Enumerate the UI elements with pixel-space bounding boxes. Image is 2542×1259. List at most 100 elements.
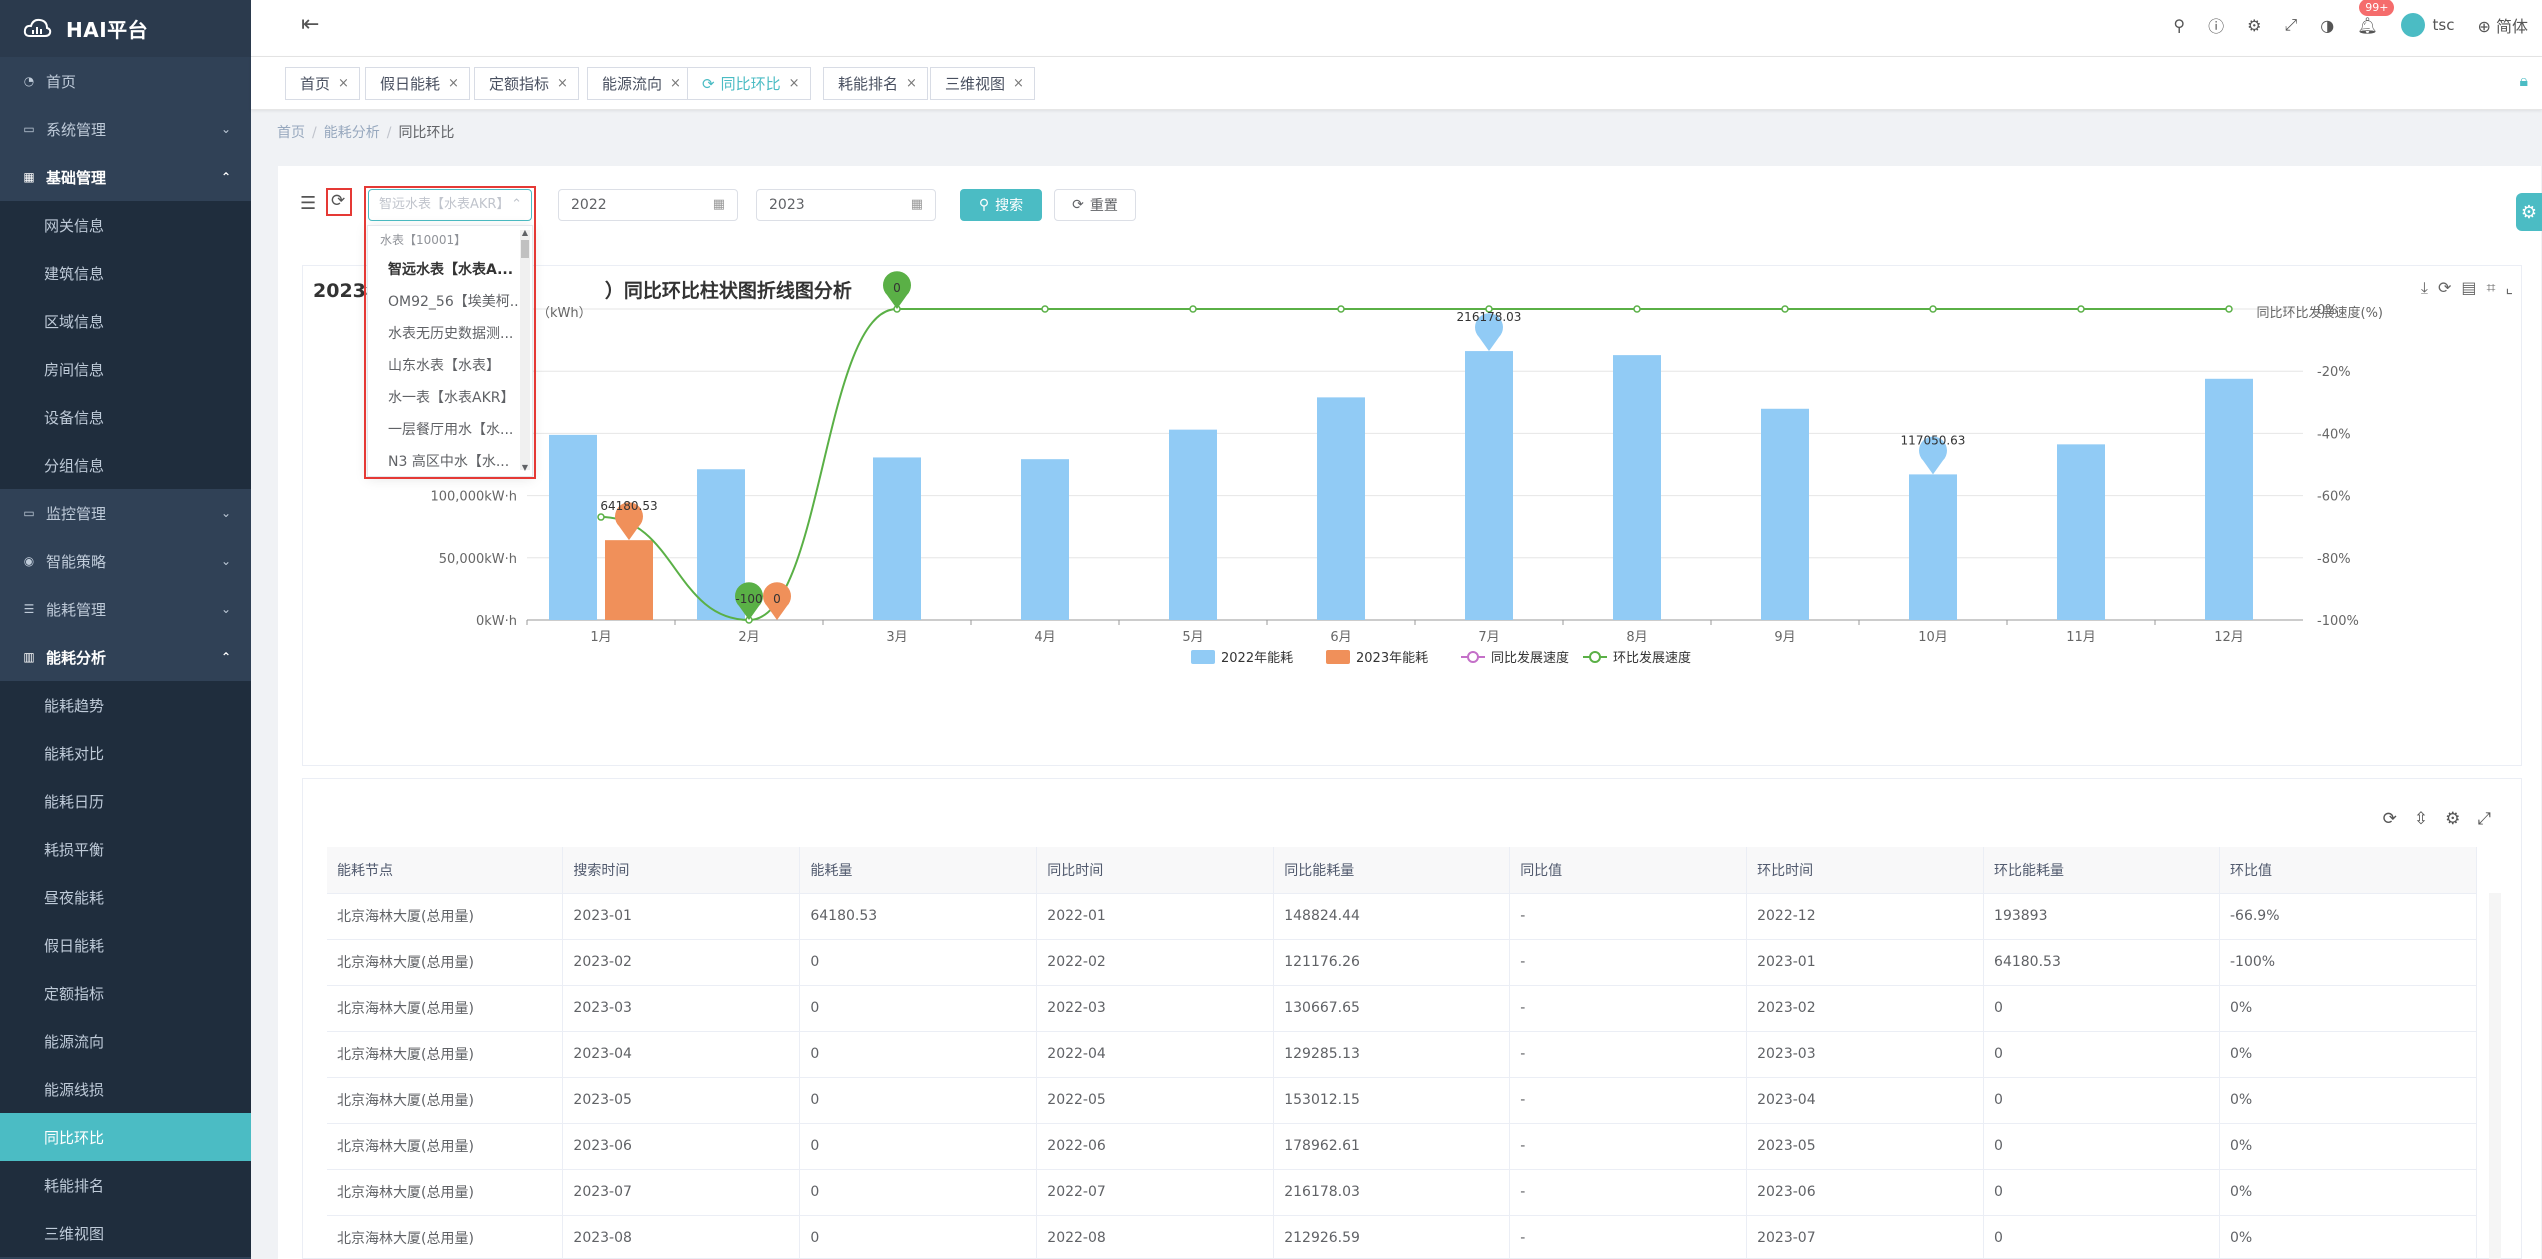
- close-icon[interactable]: ×: [789, 76, 800, 91]
- column-header[interactable]: 环比时间: [1746, 847, 1985, 894]
- fullscreen-icon[interactable]: ⤢: [2477, 809, 2491, 829]
- sidebar-item-5[interactable]: ☰ 能耗管理 ⌄: [0, 585, 251, 633]
- table-row[interactable]: 北京海林大厦(总用量) 2023-08 0 2022-08 212926.59-2023…: [327, 1215, 2478, 1259]
- column-header[interactable]: 环比值: [2219, 847, 2478, 894]
- settings-icon[interactable]: ⚙: [2247, 16, 2261, 35]
- y-left-axis-unit: （kWh）: [537, 306, 592, 321]
- table-cell: 216178.03: [1273, 1169, 1511, 1216]
- language-switch[interactable]: ⊕ 简体: [2477, 13, 2528, 37]
- sidebar-item-4[interactable]: ◉ 智能策略 ⌄: [0, 537, 251, 585]
- bar-2022: [1021, 459, 1069, 620]
- chevron-down-icon: ⌄: [220, 122, 231, 136]
- table-cell: 2023-02: [1746, 985, 1985, 1032]
- column-header[interactable]: 环比能耗量: [1983, 847, 2220, 894]
- sidebar-subitem[interactable]: 能源流向: [0, 1017, 251, 1065]
- monitor-icon: ▭: [23, 506, 35, 520]
- sidebar-subitem[interactable]: 房间信息: [0, 345, 251, 393]
- zoom-icon[interactable]: ⌗: [2486, 278, 2495, 298]
- tab-6[interactable]: 三维视图 ×: [930, 67, 1035, 100]
- sidebar-item-3[interactable]: ▭ 监控管理 ⌄: [0, 489, 251, 537]
- column-header[interactable]: 搜索时间: [562, 847, 801, 894]
- close-icon[interactable]: ×: [906, 76, 917, 91]
- year-a-picker[interactable]: 2022 ▦: [558, 189, 738, 221]
- column-header[interactable]: 能耗节点: [327, 847, 564, 894]
- sidebar-subitem[interactable]: 耗损平衡: [0, 825, 251, 873]
- bar-2022: [549, 434, 597, 620]
- sidebar-subitem[interactable]: 能耗日历: [0, 777, 251, 825]
- table-row[interactable]: 北京海林大厦(总用量) 2023-03 0 2022-03 130667.65-2023…: [327, 985, 2478, 1032]
- column-header[interactable]: 能耗量: [799, 847, 1038, 894]
- table-row[interactable]: 北京海林大厦(总用量) 2023-04 0 2022-04 129285.13-2023…: [327, 1031, 2478, 1078]
- breadcrumb-home[interactable]: 首页: [277, 125, 305, 141]
- theme-icon[interactable]: ◑: [2320, 16, 2334, 35]
- column-header[interactable]: 同比能耗量: [1273, 847, 1511, 894]
- help-icon[interactable]: ⓘ: [2208, 13, 2224, 37]
- table-cell: 178962.61: [1273, 1123, 1511, 1170]
- close-icon[interactable]: ×: [448, 76, 459, 91]
- restore-icon[interactable]: ⟳: [2438, 278, 2451, 298]
- x-tick-label: 12月: [2214, 630, 2244, 645]
- close-icon[interactable]: ×: [338, 76, 349, 91]
- sidebar-subitem[interactable]: 三维视图: [0, 1209, 251, 1257]
- lock-icon[interactable]: 🔒︎: [2519, 71, 2528, 91]
- tab-3[interactable]: 能源流向 ×: [587, 67, 692, 100]
- close-icon[interactable]: ×: [670, 76, 681, 91]
- reset-button[interactable]: ⟳ 重置: [1054, 189, 1136, 221]
- column-header[interactable]: 同比时间: [1036, 847, 1275, 894]
- refresh-icon[interactable]: ⟳: [331, 191, 345, 211]
- tree-toggle-icon[interactable]: ☰: [300, 193, 316, 214]
- sidebar-item-0[interactable]: ◔ 首页: [0, 57, 251, 105]
- sidebar-subitem[interactable]: 分组信息: [0, 441, 251, 489]
- close-icon[interactable]: ×: [1013, 76, 1024, 91]
- tab-1[interactable]: 假日能耗 ×: [365, 67, 470, 100]
- table-row[interactable]: 北京海林大厦(总用量) 2023-05 0 2022-05 153012.15-2023…: [327, 1077, 2478, 1124]
- data-view-icon[interactable]: ▤: [2461, 278, 2476, 298]
- sidebar-subitem[interactable]: 能耗对比: [0, 729, 251, 777]
- table-row[interactable]: 北京海林大厦(总用量) 2023-07 0 2022-07 216178.03-2023…: [327, 1169, 2478, 1216]
- table-cell: 130667.65: [1273, 985, 1511, 1032]
- sidebar-subitem[interactable]: 建筑信息: [0, 249, 251, 297]
- search-icon: ⚲: [978, 197, 990, 213]
- theme-settings-icon[interactable]: ⚙: [2516, 193, 2542, 231]
- sidebar-subitem[interactable]: 能源线损: [0, 1065, 251, 1113]
- sidebar-item-2[interactable]: ▦ 基础管理 ⌃: [0, 153, 251, 201]
- sidebar-subitem[interactable]: 耗能排名: [0, 1161, 251, 1209]
- sidebar-subitem[interactable]: 定额指标: [0, 969, 251, 1017]
- tab-2[interactable]: 定额指标 ×: [474, 67, 579, 100]
- fullscreen-icon[interactable]: ⤢: [2284, 15, 2297, 35]
- tab-0[interactable]: 首页 ×: [285, 67, 360, 100]
- tab-4[interactable]: ⟳ 同比环比 ×: [687, 67, 811, 100]
- sidebar-subitem[interactable]: 同比环比: [0, 1113, 251, 1161]
- column-height-icon[interactable]: ⇳: [2414, 809, 2428, 829]
- settings-icon[interactable]: ⚙: [2445, 809, 2460, 829]
- download-icon[interactable]: ⤓: [2421, 278, 2428, 298]
- sidebar-item-1[interactable]: ▭ 系统管理 ⌄: [0, 105, 251, 153]
- sidebar-subitem[interactable]: 设备信息: [0, 393, 251, 441]
- app-logo[interactable]: HAI平台: [0, 0, 251, 57]
- sidebar-subitem[interactable]: 昼夜能耗: [0, 873, 251, 921]
- table-row[interactable]: 北京海林大厦(总用量) 2023-06 0 2022-06 178962.61-2023…: [327, 1123, 2478, 1170]
- chevron-down-icon: ⌄: [220, 554, 231, 568]
- close-icon[interactable]: ×: [557, 76, 568, 91]
- sidebar-subitem[interactable]: 区域信息: [0, 297, 251, 345]
- notification-bell-icon[interactable]: 🔔︎ 99+: [2357, 0, 2395, 35]
- breadcrumb-section[interactable]: 能耗分析: [324, 125, 380, 141]
- x-tick-label: 10月: [1918, 630, 1948, 645]
- table-row[interactable]: 北京海林大厦(总用量) 2023-02 0 2022-02 121176.26-2023…: [327, 939, 2478, 986]
- sidebar-subitem[interactable]: 能耗趋势: [0, 681, 251, 729]
- user-menu[interactable]: tsc: [2400, 13, 2454, 37]
- search-icon[interactable]: ⚲: [2173, 16, 2185, 35]
- sidebar-subitem[interactable]: 网关信息: [0, 201, 251, 249]
- refresh-icon[interactable]: ⟳: [2383, 809, 2397, 829]
- sidebar-item-6[interactable]: ▥ 能耗分析 ⌃: [0, 633, 251, 681]
- sidebar-subitem[interactable]: 假日能耗: [0, 921, 251, 969]
- collapse-menu-icon[interactable]: ⇤: [301, 12, 319, 37]
- zoom-reset-icon[interactable]: ⌞: [2506, 278, 2514, 298]
- table-row[interactable]: 北京海林大厦(总用量) 2023-01 64180.53 2022-01 148824.…: [327, 893, 2478, 940]
- chevron-up-icon: ⌃: [220, 170, 231, 184]
- search-button[interactable]: ⚲ 搜索: [960, 189, 1042, 221]
- tab-5[interactable]: 耗能排名 ×: [823, 67, 928, 100]
- table-scrollbar[interactable]: [2489, 893, 2501, 1259]
- year-b-picker[interactable]: 2023 ▦: [756, 189, 936, 221]
- column-header[interactable]: 同比值: [1509, 847, 1748, 894]
